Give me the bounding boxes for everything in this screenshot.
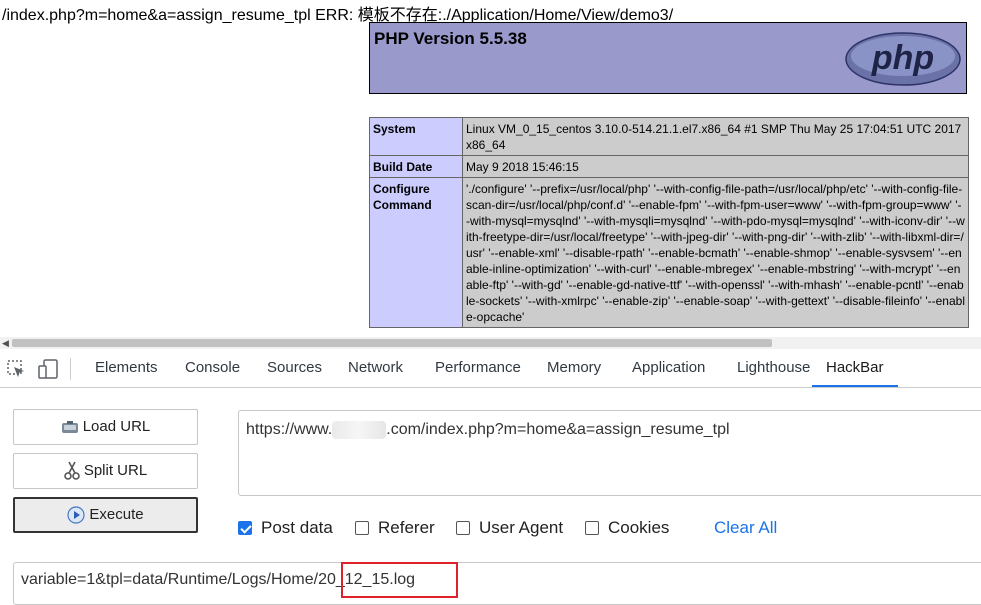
php-header: PHP Version 5.5.38 php: [369, 22, 967, 94]
scrollbar-thumb[interactable]: [12, 339, 772, 347]
table-row: System Linux VM_0_15_centos 3.10.0-514.2…: [369, 117, 969, 156]
post-data-checkbox[interactable]: Post data: [238, 518, 333, 538]
referer-label: Referer: [378, 518, 435, 537]
php-logo-icon: php: [845, 32, 961, 86]
tab-network[interactable]: Network: [348, 349, 403, 387]
referer-checkbox[interactable]: Referer: [355, 518, 435, 538]
clear-all-link[interactable]: Clear All: [714, 518, 777, 538]
post-body-prefix: variable=1&tpl=data/Runtime/Logs/Home/: [21, 571, 319, 588]
play-icon: [67, 506, 85, 524]
devtools-tabbar: Elements Console Sources Network Perform…: [0, 349, 981, 388]
url-suffix: .com/index.php?m=home&a=assign_resume_tp…: [386, 421, 730, 439]
load-url-icon: [61, 421, 78, 434]
checkbox-icon[interactable]: [355, 521, 369, 535]
user-agent-checkbox[interactable]: User Agent: [456, 518, 563, 538]
tab-lighthouse[interactable]: Lighthouse: [737, 349, 810, 387]
php-logo-text: php: [871, 39, 934, 77]
checkbox-icon[interactable]: [456, 521, 470, 535]
load-url-label: Load URL: [82, 418, 151, 435]
url-prefix: https://www.: [246, 421, 333, 439]
execute-button[interactable]: Execute: [13, 497, 198, 533]
post-data-label: Post data: [261, 518, 333, 537]
tab-elements[interactable]: Elements: [95, 349, 158, 387]
checkbox-checked-icon[interactable]: [238, 521, 252, 535]
execute-label: Execute: [89, 506, 144, 523]
cookies-checkbox[interactable]: Cookies: [585, 518, 669, 538]
split-url-label: Split URL: [83, 462, 148, 479]
info-key: System: [369, 117, 463, 156]
url-input[interactable]: https://www. .com/index.php?m=home&a=assi…: [238, 410, 981, 496]
user-agent-label: User Agent: [479, 518, 564, 537]
tab-application[interactable]: Application: [632, 349, 705, 387]
split-url-button[interactable]: Split URL: [13, 453, 198, 489]
tab-memory[interactable]: Memory: [547, 349, 601, 387]
info-key: Configure Command: [369, 177, 463, 328]
post-data-input[interactable]: variable=1&tpl=data/Runtime/Logs/Home/20…: [13, 562, 981, 605]
tab-console[interactable]: Console: [185, 349, 240, 387]
tab-hackbar[interactable]: HackBar: [812, 349, 898, 387]
scissors-icon: [64, 461, 80, 480]
tab-sources[interactable]: Sources: [267, 349, 322, 387]
inspect-element-icon[interactable]: [6, 359, 26, 379]
table-row: Configure Command './configure' '--prefi…: [369, 177, 969, 328]
checkbox-icon[interactable]: [585, 521, 599, 535]
info-key: Build Date: [369, 155, 463, 178]
info-value: './configure' '--prefix=/usr/local/php' …: [462, 177, 969, 328]
post-body-filename: 20_12_15.log: [318, 571, 416, 588]
scroll-left-icon[interactable]: ◀: [2, 338, 9, 349]
horizontal-scrollbar[interactable]: ◀: [0, 337, 981, 349]
info-value: May 9 2018 15:46:15: [462, 155, 969, 178]
tab-performance[interactable]: Performance: [435, 349, 521, 387]
info-value: Linux VM_0_15_centos 3.10.0-514.21.1.el7…: [462, 117, 969, 156]
load-url-button[interactable]: Load URL: [13, 409, 198, 445]
cookies-label: Cookies: [608, 518, 670, 537]
redacted-domain: [332, 421, 387, 439]
toolbar-divider: [70, 358, 71, 380]
table-row: Build Date May 9 2018 15:46:15: [369, 155, 969, 178]
php-version-title: PHP Version 5.5.38: [374, 29, 527, 48]
browser-page: /index.php?m=home&a=assign_resume_tpl ER…: [0, 0, 981, 337]
device-toolbar-icon[interactable]: [38, 359, 60, 379]
php-info-table: System Linux VM_0_15_centos 3.10.0-514.2…: [369, 117, 969, 328]
